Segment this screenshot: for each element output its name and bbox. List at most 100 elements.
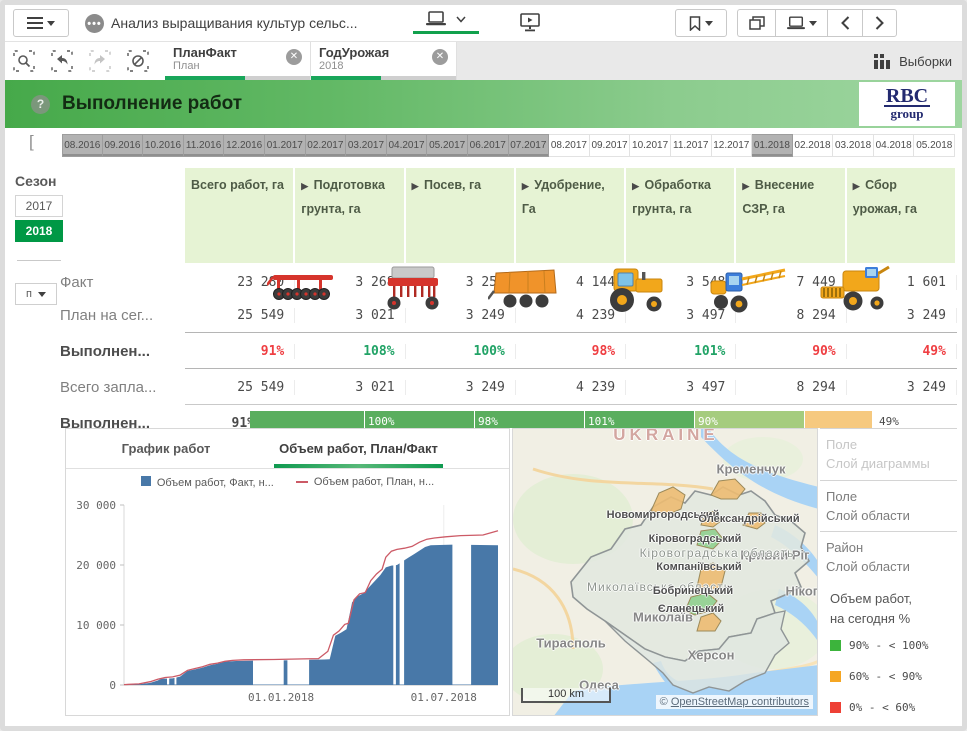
plan-series-marker — [296, 481, 308, 483]
expand-icon[interactable]: ▶ — [742, 181, 749, 191]
svg-text:01.01.2018: 01.01.2018 — [248, 691, 314, 704]
column-header[interactable]: ▶ Посев, га — [406, 168, 516, 263]
column-header[interactable]: ▶ Подготовка грунта, га — [295, 168, 405, 263]
main-menu-button[interactable] — [13, 9, 69, 37]
month-chip-03.2017[interactable]: 03.2017 — [346, 134, 387, 157]
month-chip-01.2017[interactable]: 01.2017 — [265, 134, 306, 157]
remove-filter-icon[interactable]: ✕ — [286, 49, 302, 65]
chart-tab-2[interactable]: Объем работ, План/Факт — [266, 429, 451, 468]
smart-search-icon[interactable] — [5, 42, 43, 80]
volume-chart[interactable]: 30 00020 00010 000001.01.201801.07.2018 — [66, 495, 509, 713]
kpi-table: Всего работ, га▶ Подготовка грунта, га▶ … — [60, 165, 957, 428]
duplicate-sheet-button[interactable] — [737, 9, 775, 37]
row-label: Выполнен... — [60, 343, 185, 360]
month-chip-10.2016[interactable]: 10.2016 — [143, 134, 184, 157]
expand-icon[interactable]: ▶ — [853, 181, 860, 191]
table-cell: 3 021 — [295, 380, 405, 395]
row-label: Всего запла... — [60, 379, 185, 396]
table-cell: 3 268 — [295, 275, 405, 290]
sheet-navigator-button[interactable] — [775, 9, 827, 37]
completion-bar: 100% — [365, 411, 475, 428]
month-chip-07.2017[interactable]: 07.2017 — [509, 134, 550, 157]
month-chip-08.2016[interactable]: 08.2016 — [62, 134, 103, 157]
region-map[interactable]: UKRAINEКременчукКривий РігНікопольМикола… — [512, 428, 818, 716]
month-chip-09.2016[interactable]: 09.2016 — [103, 134, 144, 157]
completion-bar — [250, 411, 365, 428]
app-options-icon[interactable]: ••• — [85, 14, 104, 33]
month-chip-01.2018[interactable]: 01.2018 — [752, 134, 793, 157]
month-chip-10.2017[interactable]: 10.2017 — [630, 134, 671, 157]
chip-value: 2018 — [319, 60, 448, 72]
table-cell: 25 549 — [185, 308, 295, 323]
column-header[interactable]: ▶ Обработка грунта, га — [626, 168, 736, 263]
range-bracket-icon[interactable]: [ — [29, 132, 34, 152]
completion-bar — [805, 411, 873, 428]
column-header[interactable]: ▶ Внесение СЗР, га — [736, 168, 846, 263]
help-icon[interactable]: ? — [31, 95, 50, 114]
presentation-icon[interactable] — [519, 13, 541, 33]
month-chip-06.2017[interactable]: 06.2017 — [468, 134, 509, 157]
clear-selections-icon[interactable] — [119, 42, 157, 80]
table-cell: 100% — [406, 344, 516, 359]
month-chip-02.2018[interactable]: 02.2018 — [793, 134, 834, 157]
layer-field-item[interactable]: Район Слой области — [820, 531, 957, 583]
layer-field-item[interactable]: Поле Слой области — [820, 480, 957, 532]
filter-chip-ПланФакт[interactable]: ПланФакт План ✕ — [165, 42, 311, 80]
filter-chip-ГодУрожая[interactable]: ГодУрожая 2018 ✕ — [311, 42, 457, 80]
table-cell: 3 497 — [626, 308, 736, 323]
expand-icon[interactable]: ▶ — [301, 181, 308, 191]
chip-value: План — [173, 60, 302, 72]
sheet-header: ? Выполнение работ RBC group — [5, 80, 962, 128]
month-chip-05.2017[interactable]: 05.2017 — [427, 134, 468, 157]
column-header[interactable]: ▶ Сбор урожая, га — [847, 168, 957, 263]
month-chip-04.2018[interactable]: 04.2018 — [874, 134, 915, 157]
month-chip-04.2017[interactable]: 04.2017 — [387, 134, 428, 157]
svg-text:20 000: 20 000 — [76, 559, 116, 572]
month-chip-11.2017[interactable]: 11.2017 — [671, 134, 712, 157]
table-cell: 4 239 — [516, 308, 626, 323]
next-sheet-button[interactable] — [862, 9, 897, 37]
expand-icon[interactable]: ▶ — [632, 181, 639, 191]
table-cell: 98% — [516, 344, 626, 359]
previous-sheet-button[interactable] — [827, 9, 862, 37]
osm-link[interactable]: OpenStreetMap contributors — [671, 696, 809, 708]
selections-tool-button[interactable]: Выборки — [874, 42, 952, 80]
table-cell: 3 249 — [847, 308, 957, 323]
step-forward-icon[interactable] — [81, 42, 119, 80]
fact-series-marker — [141, 476, 151, 486]
remove-filter-icon[interactable]: ✕ — [432, 49, 448, 65]
expand-icon[interactable]: ▶ — [412, 181, 419, 191]
chart-tab-1[interactable]: График работ — [66, 429, 266, 468]
table-cell: 3 548 — [626, 275, 736, 290]
table-cell: 91% — [185, 344, 295, 359]
step-back-icon[interactable] — [43, 42, 81, 80]
column-header[interactable]: ▶ Удобрение, Га — [516, 168, 626, 263]
column-header[interactable]: Всего работ, га — [185, 168, 295, 263]
chevron-left-icon — [841, 16, 850, 30]
row-label: План на сег... — [60, 307, 185, 324]
month-chip-12.2017[interactable]: 12.2017 — [712, 134, 753, 157]
copy-icon — [749, 16, 765, 31]
chevron-down-icon — [809, 21, 817, 26]
active-sheet-indicator[interactable] — [413, 11, 479, 34]
month-chip-05.2018[interactable]: 05.2018 — [914, 134, 955, 157]
completion-bar: 98% — [475, 411, 585, 428]
month-chip-11.2016[interactable]: 11.2016 — [184, 134, 225, 157]
legend-item: Объем работ, План, н... — [296, 476, 434, 488]
layer-field-title: Район — [826, 539, 951, 558]
mini-dropdown[interactable]: п — [15, 283, 57, 305]
table-cell: 25 549 — [185, 380, 295, 395]
month-chip-03.2018[interactable]: 03.2018 — [833, 134, 874, 157]
row-label: Факт — [60, 274, 185, 291]
table-cell: 49% — [847, 344, 957, 359]
bookmarks-button[interactable] — [675, 9, 727, 37]
season-option-2018[interactable]: 2018 — [15, 220, 63, 242]
season-option-2017[interactable]: 2017 — [15, 195, 63, 217]
expand-icon[interactable]: ▶ — [522, 181, 529, 191]
month-chip-12.2016[interactable]: 12.2016 — [224, 134, 265, 157]
month-chip-09.2017[interactable]: 09.2017 — [590, 134, 631, 157]
map-legend-item: 60% - < 90% — [820, 661, 957, 692]
month-chip-08.2017[interactable]: 08.2017 — [549, 134, 590, 157]
table-cell: 23 280 — [185, 275, 295, 290]
month-chip-02.2017[interactable]: 02.2017 — [306, 134, 347, 157]
